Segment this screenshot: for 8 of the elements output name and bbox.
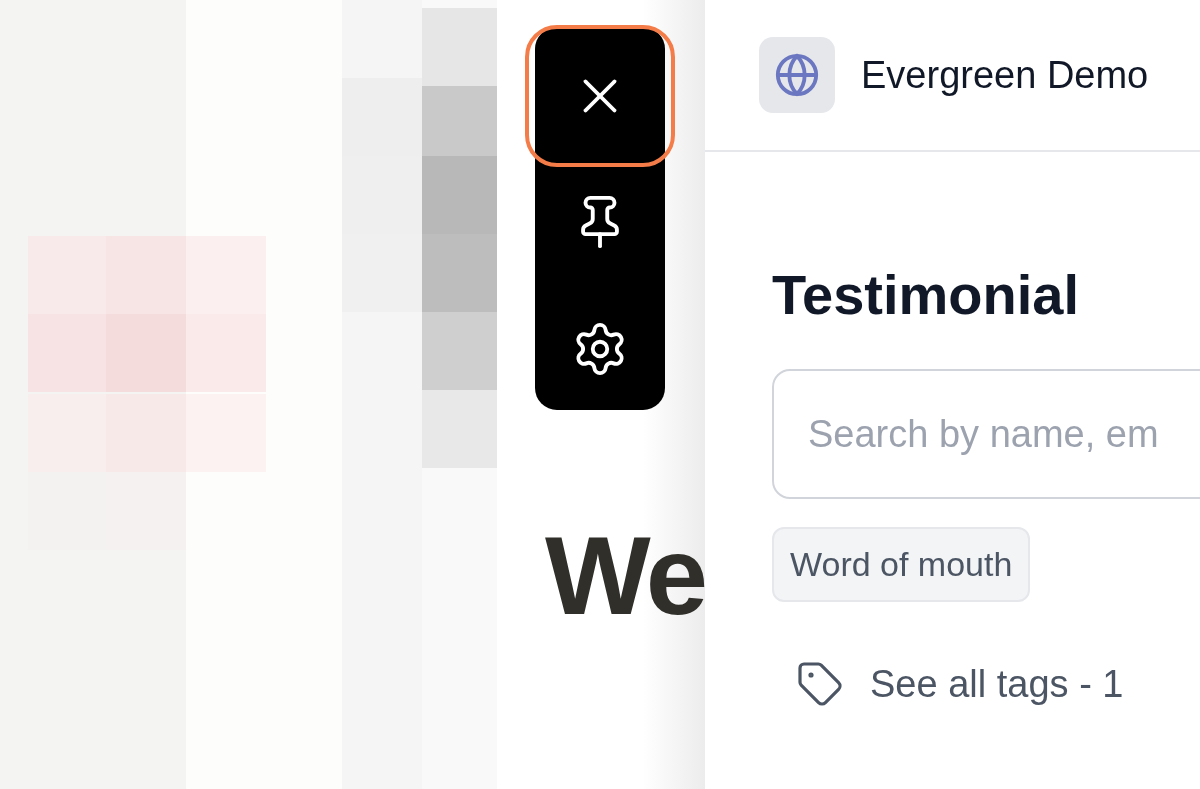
- page-heading: We: [545, 520, 705, 632]
- tag-icon: [796, 660, 844, 708]
- globe-icon: [774, 52, 820, 98]
- see-all-tags-link[interactable]: See all tags - 1: [796, 660, 1124, 708]
- tag-chip[interactable]: Word of mouth: [772, 527, 1031, 602]
- page-title: Testimonial: [772, 262, 1079, 327]
- search-field[interactable]: Search by name, em: [772, 369, 1200, 499]
- workspace-name: Evergreen Demo: [861, 53, 1149, 97]
